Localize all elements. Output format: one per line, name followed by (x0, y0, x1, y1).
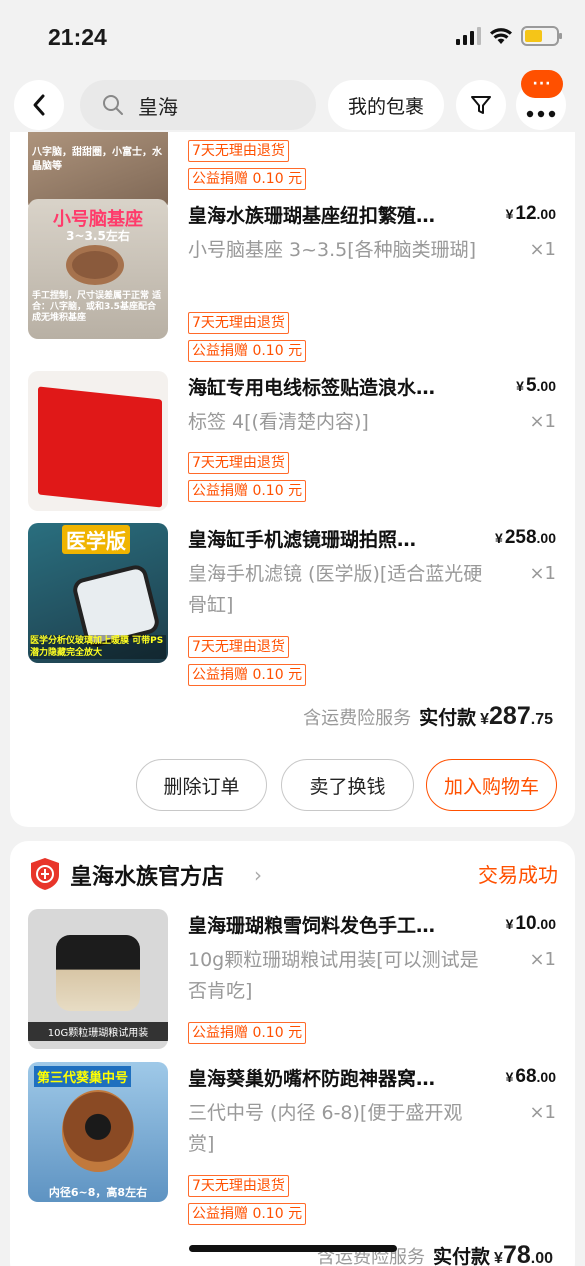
shop-name[interactable]: 皇海水族官方店 (70, 859, 224, 891)
product-title[interactable]: 皇海葵巢奶嘴杯防跑神器窝… (188, 1064, 488, 1091)
thumb-product-shape (38, 386, 162, 508)
filter-icon (471, 96, 491, 114)
order-item[interactable]: 第三代葵巢中号 内径6~8，高8左右 皇海葵巢奶嘴杯防跑神器窝… ¥68.00 … (28, 1062, 558, 1225)
thumb-title: 医学版 (62, 525, 130, 554)
home-indicator[interactable] (189, 1245, 397, 1252)
product-title[interactable]: 皇海水族珊瑚基座纽扣繁殖… (188, 201, 488, 228)
add-to-cart-button[interactable]: 加入购物车 (426, 759, 557, 811)
thumb-title: 第三代葵巢中号 (34, 1066, 132, 1087)
product-thumbnail: 第三代葵巢中号 内径6~8，高8左右 (28, 1062, 168, 1202)
charity-tag: 公益捐赠 0.10 元 (188, 168, 307, 190)
thumb-product-shape (66, 245, 124, 285)
product-price: ¥258.00 (495, 527, 556, 548)
product-thumbnail: 医学版 医学分析仪玻璃加上暖膜 可带PS潜力隐藏完全放大 (28, 523, 168, 663)
thumb-subtitle: 3~3.5左右 (66, 229, 130, 243)
status-bar: 21:24 (0, 0, 585, 72)
product-price: ¥68.00 (505, 1066, 556, 1087)
delete-order-button[interactable]: 删除订单 (136, 759, 267, 811)
product-thumbnail: 小号脑基座 3~3.5左右 手工捏制，尺寸误差属于正常 适合：八字脑，或和3.5… (28, 199, 168, 339)
back-button[interactable] (14, 80, 64, 130)
product-quantity: ×1 (529, 411, 556, 432)
thumb-note: 医学分析仪玻璃加上暖膜 可带PS潜力隐藏完全放大 (30, 635, 166, 659)
thumb-note: 内径6~8，高8左右 (48, 1186, 148, 1199)
total-label: 实付款 (433, 1246, 491, 1266)
top-nav: 皇海 我的包裹 (0, 78, 585, 132)
battery-icon (521, 26, 562, 46)
thumb-product-shape (56, 935, 140, 1011)
status-icons (456, 26, 562, 46)
product-spec: 三代中号 (内径 6-8)[便于盛开观赏] (188, 1102, 463, 1155)
return-policy-tag: 7天无理由退货 (188, 452, 289, 474)
product-price: ¥12.00 (505, 203, 556, 224)
cellular-signal-icon (456, 27, 481, 45)
chevron-left-icon (33, 94, 45, 116)
more-dots-icon (526, 110, 556, 118)
product-title[interactable]: 皇海珊瑚粮雪饲料发色手工… (188, 911, 488, 938)
return-policy-tag: 7天无理由退货 (188, 140, 289, 162)
product-thumbnail (28, 371, 168, 511)
filter-button[interactable] (456, 80, 506, 130)
order-status: 交易成功 (478, 863, 558, 887)
return-policy-tag: 7天无理由退货 (188, 312, 289, 334)
order-item-partial[interactable]: 八字脑，甜甜圈，小富士，水晶脑等 7天无理由退货 公益捐赠 0.10 元 (28, 132, 558, 212)
product-spec: 小号脑基座 3~3.5[各种脑类珊瑚] (188, 239, 477, 261)
status-time: 21:24 (48, 24, 107, 50)
order-item[interactable]: 10G颗粒珊瑚粮试用装 皇海珊瑚粮雪饲料发色手工… ¥10.00 10g颗粒珊瑚… (28, 909, 558, 1049)
charity-tag: 公益捐赠 0.10 元 (188, 1022, 307, 1044)
chevron-right-icon: › (254, 863, 262, 887)
thumb-product-shape (62, 1090, 134, 1172)
product-spec: 标签 4[(看清楚内容)] (188, 411, 369, 433)
shipping-insurance-note: 含运费险服务 (303, 708, 412, 729)
search-value: 皇海 (138, 94, 178, 119)
product-price: ¥5.00 (516, 375, 556, 396)
product-title[interactable]: 海缸专用电线标签贴造浪水… (188, 373, 488, 400)
shop-badge-icon (31, 858, 59, 890)
message-badge: ··· (521, 70, 563, 98)
resell-button[interactable]: 卖了换钱 (281, 759, 414, 811)
charity-tag: 公益捐赠 0.10 元 (188, 480, 307, 502)
product-quantity: ×1 (529, 949, 556, 970)
charity-tag: 公益捐赠 0.10 元 (188, 340, 307, 362)
product-title[interactable]: 皇海缸手机滤镜珊瑚拍照… (188, 525, 488, 552)
total-label: 实付款 (419, 707, 477, 729)
thumb-caption: 10G颗粒珊瑚粮试用装 (28, 1022, 168, 1041)
product-quantity: ×1 (529, 1102, 556, 1123)
order-item[interactable]: 医学版 医学分析仪玻璃加上暖膜 可带PS潜力隐藏完全放大 皇海缸手机滤镜珊瑚拍照… (28, 523, 558, 686)
wifi-icon (490, 28, 512, 44)
thumb-note: 手工捏制，尺寸误差属于正常 适合：八字脑，或和3.5基座配合成无堆积基座 (32, 291, 162, 323)
order-card-1: 八字脑，甜甜圈，小富士，水晶脑等 7天无理由退货 公益捐赠 0.10 元 小号脑… (10, 132, 575, 827)
product-price: ¥10.00 (505, 913, 556, 934)
return-policy-tag: 7天无理由退货 (188, 636, 289, 658)
order-card-2: 皇海水族官方店 › 交易成功 10G颗粒珊瑚粮试用装 皇海珊瑚粮雪饲料发色手工…… (10, 841, 575, 1266)
product-spec: 10g颗粒珊瑚粮试用装[可以测试是否肯吃] (188, 949, 479, 1002)
product-spec: 皇海手机滤镜 (医学版)[适合蓝光硬骨缸] (188, 563, 483, 616)
order-item[interactable]: 小号脑基座 3~3.5左右 手工捏制，尺寸误差属于正常 适合：八字脑，或和3.5… (28, 199, 558, 362)
shop-header[interactable]: 皇海水族官方店 › 交易成功 (28, 857, 558, 893)
product-quantity: ×1 (529, 239, 556, 260)
my-packages-button[interactable]: 我的包裹 (328, 80, 444, 130)
order-item[interactable]: 海缸专用电线标签贴造浪水… ¥5.00 标签 4[(看清楚内容)] ×1 7天无… (28, 371, 558, 521)
search-icon (103, 95, 123, 115)
product-thumbnail: 10G颗粒珊瑚粮试用装 (28, 909, 168, 1049)
search-input[interactable]: 皇海 (80, 80, 316, 130)
return-policy-tag: 7天无理由退货 (188, 1175, 289, 1197)
charity-tag: 公益捐赠 0.10 元 (188, 1203, 307, 1225)
product-quantity: ×1 (529, 563, 556, 584)
charity-tag: 公益捐赠 0.10 元 (188, 664, 307, 686)
thumb-caption: 八字脑，甜甜圈，小富士，水晶脑等 (32, 147, 162, 172)
order-total: 含运费险服务 实付款 ¥ 287 .75 (303, 702, 553, 730)
